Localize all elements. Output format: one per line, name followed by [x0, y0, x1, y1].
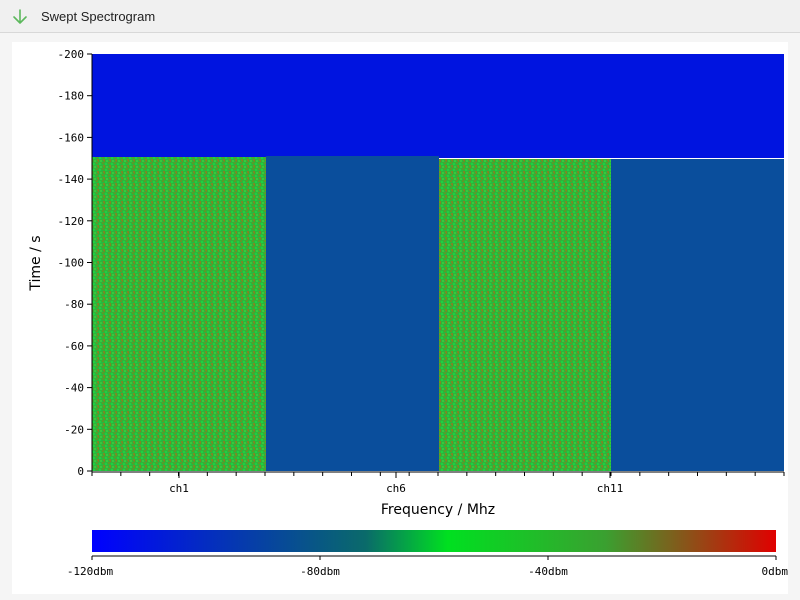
window-title: Swept Spectrogram [41, 9, 156, 24]
ch11-active-region [439, 159, 611, 471]
y-tick-label: -20 [64, 423, 84, 436]
ch1-active-region [92, 157, 266, 471]
x-tick-label-ch6: ch6 [386, 482, 406, 495]
y-tick-label: -120 [58, 215, 85, 228]
upper-floor-region [92, 54, 784, 158]
spectrogram-window: Swept Spectrogram 0 -20 -40 -60 -80 -100… [0, 0, 800, 600]
x-axis-label: Frequency / Mhz [381, 502, 495, 518]
colorbar-label: -40dbm [528, 565, 568, 578]
x-tick-label-ch11: ch11 [597, 482, 624, 495]
y-tick-label: -200 [58, 48, 85, 61]
y-tick-label: -180 [58, 90, 85, 103]
y-tick-label: -140 [58, 173, 85, 186]
x-tick-label-ch1: ch1 [169, 482, 189, 495]
plot-area: 0 -20 -40 -60 -80 -100 -120 -140 -160 -180 -200 ch… [12, 42, 788, 594]
heatmap-canvas [92, 54, 784, 471]
colorbar-label: -120dbm [67, 565, 114, 578]
colorbar-ticks: -120dbm -80dbm -40dbm 0dbm [67, 556, 788, 578]
colorbar-label: 0dbm [762, 565, 789, 578]
y-tick-label: 0 [77, 465, 84, 478]
y-tick-label: -40 [64, 382, 84, 395]
y-tick-label: -160 [58, 131, 85, 144]
down-arrow-icon[interactable] [10, 7, 30, 27]
y-axis-label: Time / s [28, 235, 44, 291]
y-ticks: 0 -20 -40 -60 -80 -100 -120 -140 -160 -180 -200 [58, 48, 92, 478]
x-ticks: ch1 ch6 ch11 [91, 472, 785, 495]
ch11-idle-region [611, 159, 784, 471]
colorbar [92, 530, 776, 552]
title-bar: Swept Spectrogram [0, 0, 800, 33]
spectrogram-chart: 0 -20 -40 -60 -80 -100 -120 -140 -160 -180 -200 ch… [28, 48, 788, 578]
y-tick-label: -100 [58, 257, 85, 270]
y-tick-label: -80 [64, 298, 84, 311]
y-tick-label: -60 [64, 340, 84, 353]
colorbar-label: -80dbm [300, 565, 340, 578]
ch6-idle-region [266, 156, 439, 471]
